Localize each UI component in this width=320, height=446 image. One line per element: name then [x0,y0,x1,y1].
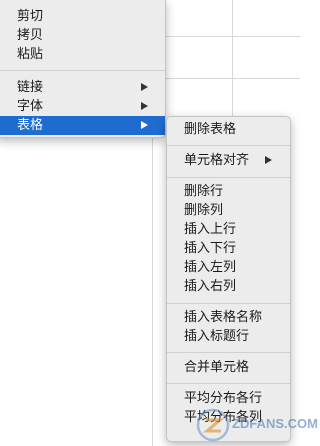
menu-item-insert-header-row[interactable]: 插入标题行 [167,327,290,346]
menu-item-label: 平均分布各行 [184,391,263,406]
menu-item-table[interactable]: 表格 [0,116,165,135]
watermark: ZDFANS.COM [196,408,318,442]
menu-item-cut[interactable]: 剪切 [0,7,165,26]
watermark-text: ZDFANS.COM [232,416,318,431]
menu-item-label: 插入左列 [184,260,237,275]
menu-item-paste[interactable]: 粘贴 [0,45,165,64]
menu-item-delete-column[interactable]: 删除列 [167,201,290,220]
context-menu: 剪切 拷贝 粘贴 链接 字体 表格 [0,0,166,138]
menu-separator [167,352,290,353]
menu-item-label: 删除行 [184,184,224,199]
menu-item-merge-cells[interactable]: 合并单元格 [167,358,290,377]
menu-item-distribute-rows[interactable]: 平均分布各行 [167,389,290,408]
menu-item-insert-table-name[interactable]: 插入表格名称 [167,308,290,327]
table-submenu: 删除表格 单元格对齐 删除行 删除列 插入上行 插入下行 插入左列 插入右列 插… [166,116,291,442]
menu-separator [167,303,290,304]
menu-item-label: 插入右列 [184,279,237,294]
menu-item-delete-table[interactable]: 删除表格 [167,120,290,139]
menu-item-label: 单元格对齐 [184,153,250,168]
menu-separator [167,177,290,178]
chevron-right-icon [265,156,272,164]
chevron-right-icon [141,121,148,129]
menu-item-label: 表格 [17,118,44,133]
menu-item-label: 拷贝 [17,28,44,43]
menu-item-label: 链接 [17,80,44,95]
menu-item-label: 剪切 [17,9,44,24]
menu-item-delete-row[interactable]: 删除行 [167,182,290,201]
menu-item-insert-row-below[interactable]: 插入下行 [167,239,290,258]
grid-column-line [232,0,233,120]
menu-item-label: 插入上行 [184,222,237,237]
chevron-right-icon [141,83,148,91]
menu-item-insert-column-right[interactable]: 插入右列 [167,277,290,296]
menu-separator [0,70,165,71]
menu-item-font[interactable]: 字体 [0,97,165,116]
menu-item-label: 插入标题行 [184,329,250,344]
chevron-right-icon [141,102,148,110]
menu-item-insert-row-above[interactable]: 插入上行 [167,220,290,239]
menu-separator [167,145,290,146]
menu-item-label: 粘贴 [17,47,44,62]
menu-item-label: 合并单元格 [184,360,250,375]
menu-item-label: 插入下行 [184,241,237,256]
menu-item-copy[interactable]: 拷贝 [0,26,165,45]
menu-item-cell-alignment[interactable]: 单元格对齐 [167,151,290,170]
menu-item-insert-column-left[interactable]: 插入左列 [167,258,290,277]
menu-item-label: 删除表格 [184,122,237,137]
menu-item-label: 插入表格名称 [184,310,263,325]
menu-item-link[interactable]: 链接 [0,78,165,97]
zdfans-logo-icon [196,408,230,442]
menu-separator [167,383,290,384]
menu-item-label: 删除列 [184,203,224,218]
menu-item-label: 字体 [17,99,44,114]
